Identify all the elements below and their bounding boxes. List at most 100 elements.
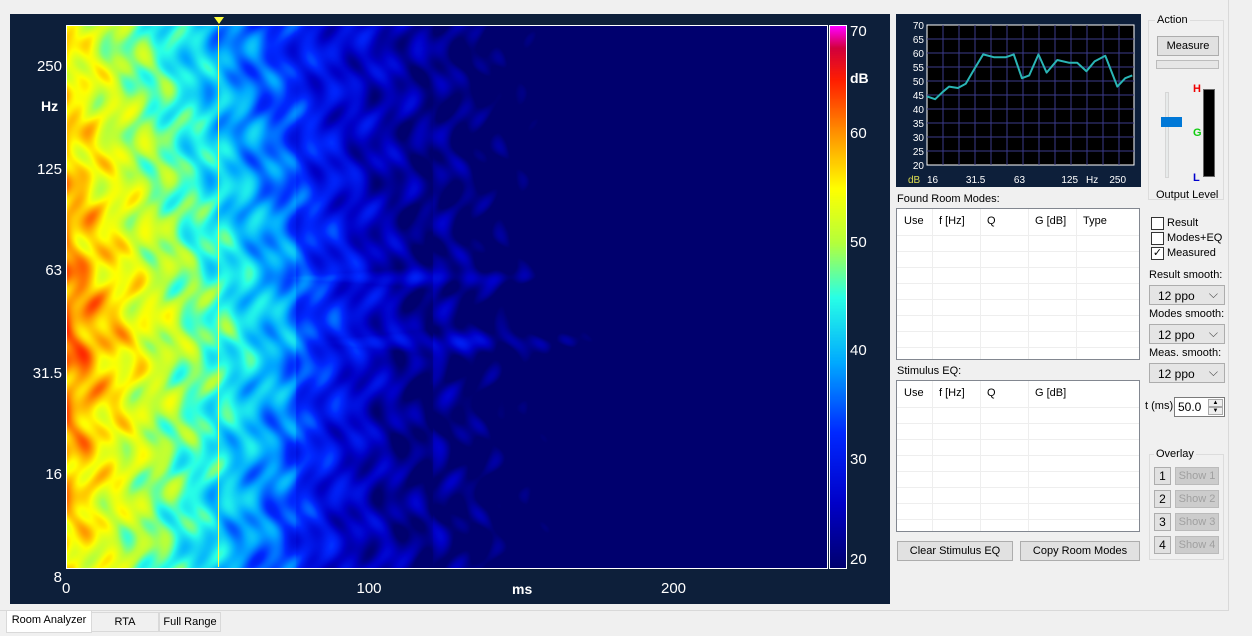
frequency-response-svg: 70 65 60 55 50 45 40 35 30 25 2016 31.5 63 125 250 dB Hz xyxy=(908,21,1135,186)
column-header[interactable]: Type xyxy=(1083,215,1107,227)
mini-x-tick: 63 xyxy=(1014,175,1026,186)
smooth-label: Modes smooth: xyxy=(1149,308,1225,320)
column-header[interactable]: Use xyxy=(904,215,924,227)
mini-x-tick: 250 xyxy=(1109,175,1126,186)
t-ms-value[interactable]: 50.0 xyxy=(1178,400,1201,414)
copy-room-modes-button[interactable]: Copy Room Modes xyxy=(1020,541,1140,561)
output-level-slider-track[interactable] xyxy=(1165,92,1169,178)
smooth-select[interactable]: 12 ppo ⌵ xyxy=(1149,363,1225,383)
x-tick-label: 0 xyxy=(62,580,71,597)
overlay-store-button[interactable]: 4 xyxy=(1154,536,1171,554)
colorbar-tick-label: 20 xyxy=(850,551,867,568)
x-unit: ms xyxy=(512,581,533,597)
time-cursor[interactable] xyxy=(218,25,219,567)
overlay-title: Overlay xyxy=(1154,448,1196,460)
progress-bar xyxy=(1156,60,1219,69)
y-tick-label: 125 xyxy=(36,160,62,178)
checkbox-label: Result xyxy=(1167,217,1199,229)
stimulus-eq-title: Stimulus EQ: xyxy=(897,365,962,377)
room-modes-title: Found Room Modes: xyxy=(897,193,1000,205)
smooth-label: Result smooth: xyxy=(1149,269,1223,281)
clear-stimulus-eq-button[interactable]: Clear Stimulus EQ xyxy=(897,541,1013,561)
mini-y-tick: 60 xyxy=(913,49,925,60)
colorbar xyxy=(829,25,847,569)
mini-x-tick: 31.5 xyxy=(966,175,986,186)
chevron-down-icon: ⌵ xyxy=(1208,365,1218,379)
output-level-slider-thumb[interactable] xyxy=(1161,117,1182,127)
column-header[interactable]: f [Hz] xyxy=(939,387,965,399)
column-header[interactable]: Q xyxy=(987,215,996,227)
spin-down-icon[interactable]: ▼ xyxy=(1208,407,1223,415)
t-ms-label: t (ms) xyxy=(1145,400,1174,412)
cursor-handle-icon[interactable] xyxy=(214,17,224,24)
y-tick-label: 31.5 xyxy=(32,365,62,383)
colorbar-tick-label: 40 xyxy=(850,342,867,360)
t-ms-spinner[interactable]: 50.0 ▲ ▼ xyxy=(1174,397,1225,417)
column-header[interactable]: f [Hz] xyxy=(939,215,965,227)
checkbox-result[interactable] xyxy=(1151,217,1164,230)
mini-y-tick: 55 xyxy=(913,63,925,74)
smooth-select[interactable]: 12 ppo ⌵ xyxy=(1149,324,1225,344)
tab-room-analyzer[interactable]: Room Analyzer xyxy=(6,611,92,633)
mini-y-tick: 70 xyxy=(913,21,925,32)
y-tick-label: 8 xyxy=(53,569,62,586)
tab-full-range[interactable]: Full Range xyxy=(159,612,221,632)
mini-y-tick: 30 xyxy=(913,133,925,144)
colorbar-tick-label: 70 xyxy=(850,23,867,40)
column-header[interactable]: Use xyxy=(904,387,924,399)
y-unit: Hz xyxy=(41,98,59,114)
output-level-meter xyxy=(1203,89,1215,177)
x-tick-label: 200 xyxy=(661,580,687,597)
stimulus-eq-table[interactable]: Use f [Hz] Q G [dB] xyxy=(896,380,1140,532)
overlay-store-button[interactable]: 3 xyxy=(1154,513,1171,531)
chevron-down-icon: ⌵ xyxy=(1208,287,1218,301)
smooth-select[interactable]: 12 ppo ⌵ xyxy=(1149,285,1225,305)
mini-y-tick: 20 xyxy=(913,161,925,172)
spectrogram-plot[interactable] xyxy=(66,25,828,569)
colorbar-tick-label: 50 xyxy=(850,233,867,251)
mini-x-tick: 16 xyxy=(927,175,939,186)
low-label: L xyxy=(1193,172,1200,184)
spectrogram-panel[interactable]: 250 125 63 31.5 16 8 0 100 200 70 60 50 40 30 20 Hz ms… xyxy=(10,14,890,604)
y-tick-label: 16 xyxy=(45,466,62,483)
good-label: G xyxy=(1193,127,1202,139)
smooth-label: Meas. smooth: xyxy=(1149,347,1222,359)
checkbox-modes-eq[interactable] xyxy=(1151,232,1164,245)
column-header[interactable]: G [dB] xyxy=(1035,215,1066,227)
smooth-value: 12 ppo xyxy=(1158,367,1195,381)
chevron-down-icon: ⌵ xyxy=(1208,326,1218,340)
mini-y-unit: dB xyxy=(908,175,921,186)
overlay-store-button[interactable]: 2 xyxy=(1154,490,1171,508)
checkbox-measured[interactable]: ✓ xyxy=(1151,247,1164,260)
mini-y-tick: 40 xyxy=(913,105,925,116)
overlay-show-button[interactable]: Show 2 xyxy=(1175,490,1219,508)
colorbar-tick-label: 60 xyxy=(850,125,867,143)
action-title: Action xyxy=(1155,14,1190,26)
checkbox-label: Measured xyxy=(1167,247,1216,259)
measure-button[interactable]: Measure xyxy=(1157,36,1219,56)
column-header[interactable]: Q xyxy=(987,387,996,399)
tab-rta[interactable]: RTA xyxy=(91,612,159,632)
mini-y-tick: 25 xyxy=(913,147,925,158)
colorbar-tick-label: 30 xyxy=(850,450,867,468)
colorbar-unit: dB xyxy=(850,70,869,86)
frequency-response-chart: 70 65 60 55 50 45 40 35 30 25 20 16 31.5 63 125 250 dB Hz xyxy=(896,14,1141,187)
smooth-value: 12 ppo xyxy=(1158,328,1195,342)
mini-y-tick: 45 xyxy=(913,91,925,102)
spin-up-icon[interactable]: ▲ xyxy=(1208,399,1223,407)
overlay-store-button[interactable]: 1 xyxy=(1154,467,1171,485)
overlay-show-button[interactable]: Show 4 xyxy=(1175,536,1219,554)
mini-y-tick: 35 xyxy=(913,119,925,130)
x-tick-label: 100 xyxy=(356,580,382,597)
mini-x-unit: Hz xyxy=(1086,175,1098,186)
smooth-value: 12 ppo xyxy=(1158,289,1195,303)
y-tick-label: 250 xyxy=(36,57,62,75)
overlay-show-button[interactable]: Show 1 xyxy=(1175,467,1219,485)
y-tick-label: 63 xyxy=(45,262,62,280)
output-level-label: Output Level xyxy=(1156,189,1219,201)
overlay-show-button[interactable]: Show 3 xyxy=(1175,513,1219,531)
room-modes-table[interactable]: Use f [Hz] Q G [dB] Type xyxy=(896,208,1140,360)
mini-x-tick: 125 xyxy=(1061,175,1078,186)
high-label: H xyxy=(1193,83,1201,95)
column-header[interactable]: G [dB] xyxy=(1035,387,1066,399)
